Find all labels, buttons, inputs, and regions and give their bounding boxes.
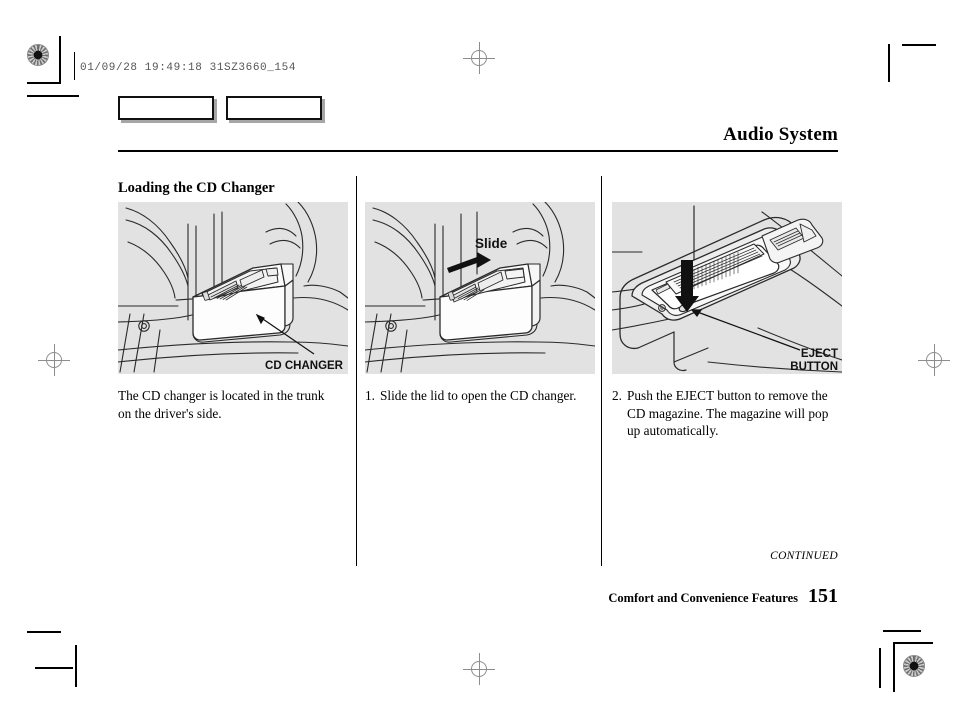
caption-text-3: Push the EJECT button to remove the CD m… [626,388,829,439]
registration-mark-right-center [918,344,950,376]
continued-label: CONTINUED [770,550,838,562]
caption-number-3: 2. [612,388,622,403]
header-rule [74,52,75,80]
title-rule [118,150,838,152]
page-title: Audio System [723,124,838,145]
figure-cd-changer-eject-button: EJECT BUTTON [612,202,842,374]
crop-mark-bottom-right-horizontal-2 [883,630,921,632]
crop-mark-top-right-vertical [888,44,890,82]
footer-page-number: 151 [808,585,838,607]
chapter-tab-markers [118,96,322,120]
crop-mark-bottom-left-vertical [75,645,77,687]
crop-mark-top-left-horizontal-2 [27,95,79,97]
figure-cd-changer-trunk-location: CD CHANGER [118,202,348,374]
crop-mark-top-right [902,44,936,46]
page-footer: Comfort and Convenience Features 151 [608,585,838,608]
figure-cd-changer-slide-lid: Slide [365,202,595,374]
crop-mark-bottom-left [27,631,61,633]
footer-section-label: Comfort and Convenience Features [608,591,798,605]
crop-mark-bottom-right-vertical [893,644,895,692]
figure-callout-button: BUTTON [790,361,838,373]
caption-column-2: 1. Slide the lid to open the CD changer. [365,387,580,405]
crop-mark-bottom-right-horizontal [893,642,933,644]
column-divider-1 [356,176,357,566]
caption-text-2: Slide the lid to open the CD changer. [379,388,577,403]
chapter-tab-marker-1[interactable] [118,96,214,120]
registration-mark-bottom-right [903,655,925,677]
registration-mark-top-center [463,42,495,74]
caption-text-1: The CD changer is located in the trunk o… [118,388,325,421]
crop-mark-top-left-horizontal [27,82,61,84]
section-heading: Loading the CD Changer [118,180,275,196]
registration-mark-bottom-center [463,653,495,685]
figure-callout-slide: Slide [475,236,508,251]
chapter-tab-marker-2[interactable] [226,96,322,120]
crop-mark-top-left-vertical [59,36,61,84]
column-divider-2 [601,176,602,566]
print-code: 01/09/28 19:49:18 31SZ3660_154 [80,62,297,74]
caption-column-3: 2. Push the EJECT button to remove the C… [612,387,840,440]
registration-mark-left-center [38,344,70,376]
caption-number-2: 1. [365,388,375,403]
figure-callout-cd-changer: CD CHANGER [265,360,344,372]
figure-callout-eject: EJECT [801,348,838,360]
crop-mark-bottom-right-vertical-2 [879,648,881,688]
caption-column-1: The CD changer is located in the trunk o… [118,387,333,422]
crop-mark-bottom-left-horizontal-2 [35,667,73,669]
registration-mark-top-left [27,44,49,66]
